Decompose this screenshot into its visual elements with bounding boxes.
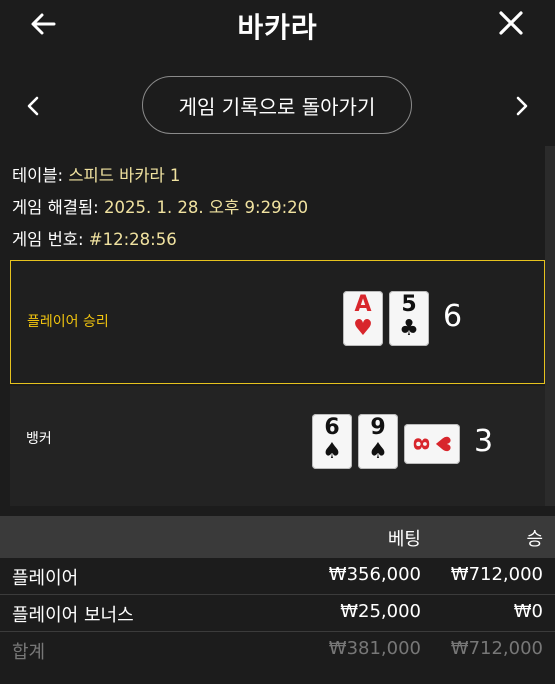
bet-name: 플레이어 <box>12 568 79 589</box>
banker-card-3-horizontal: 8 ♥ <box>404 424 460 464</box>
total-win: ₩712,000 <box>450 638 543 659</box>
banker-total: 3 <box>474 424 494 459</box>
close-icon <box>499 11 523 35</box>
card-suit-heart-icon: ♥ <box>353 316 373 341</box>
card-suit-spade-icon: ♠ <box>322 439 342 464</box>
table-label: 테이블: <box>12 166 64 185</box>
table-row: 플레이어 ₩356,000 ₩712,000 <box>0 558 555 595</box>
chevron-left-icon <box>27 96 39 116</box>
win-amount: ₩712,000 <box>450 564 543 585</box>
card-rank: 8 <box>409 437 433 451</box>
player-outcome: 플레이어 승리 <box>27 314 109 330</box>
game-number-label: 게임 번호: <box>12 230 84 249</box>
card-rank: A <box>354 292 372 317</box>
bet-amount: ₩25,000 <box>340 601 421 622</box>
table-row: 플레이어 보너스 ₩25,000 ₩0 <box>0 595 555 632</box>
table-info: 테이블: 스피드 바카라 1 <box>12 160 308 192</box>
card-suit-club-icon: ♣ <box>399 316 419 341</box>
game-number-info: 게임 번호: #12:28:56 <box>12 224 308 256</box>
back-to-history-button[interactable]: 게임 기록으로 돌아가기 <box>142 76 412 134</box>
game-info: 테이블: 스피드 바카라 1 게임 해결됨: 2025. 1. 28. 오후 9… <box>12 160 308 256</box>
player-card-1: A ♥ <box>343 291 383 346</box>
prev-game-button[interactable] <box>22 94 44 118</box>
column-win: 승 <box>526 529 543 550</box>
player-total: 6 <box>443 299 463 334</box>
banker-hand-panel: 뱅커 6 ♠ 9 ♠ 8 ♥ 3 <box>10 386 545 506</box>
card-suit-heart-icon: ♥ <box>431 435 455 453</box>
table-value: 스피드 바카라 1 <box>68 166 181 185</box>
header: 바카라 <box>0 0 555 48</box>
resolved-value: 2025. 1. 28. 오후 9:29:20 <box>103 198 309 217</box>
total-bet: ₩381,000 <box>328 638 421 659</box>
player-hand-panel: 플레이어 승리 A ♥ 5 ♣ 6 <box>10 260 545 384</box>
banker-card-1: 6 ♠ <box>312 414 352 469</box>
card-rank: 9 <box>370 415 386 440</box>
resolved-label: 게임 해결됨: <box>12 198 99 217</box>
player-card-2: 5 ♣ <box>389 291 429 346</box>
next-game-button[interactable] <box>511 94 533 118</box>
total-row: 합계 ₩381,000 ₩712,000 <box>0 632 555 668</box>
banker-card-2: 9 ♠ <box>358 414 398 469</box>
page-title: 바카라 <box>237 11 318 44</box>
rotated-card-face: 8 ♥ <box>409 435 455 453</box>
game-nav: 게임 기록으로 돌아가기 <box>0 72 555 140</box>
bet-amount: ₩356,000 <box>328 564 421 585</box>
card-suit-spade-icon: ♠ <box>368 439 388 464</box>
game-number-value: #12:28:56 <box>88 230 177 249</box>
bet-name: 플레이어 보너스 <box>12 605 134 626</box>
bets-table: 베팅 승 플레이어 ₩356,000 ₩712,000 플레이어 보너스 ₩25… <box>0 516 555 668</box>
table-header: 베팅 승 <box>0 516 555 558</box>
total-label: 합계 <box>12 642 46 663</box>
resolved-info: 게임 해결됨: 2025. 1. 28. 오후 9:29:20 <box>12 192 308 224</box>
column-bet: 베팅 <box>387 529 421 550</box>
scrollbar[interactable] <box>545 146 555 506</box>
card-rank: 5 <box>401 292 417 317</box>
close-button[interactable] <box>497 9 525 37</box>
chevron-right-icon <box>516 96 528 116</box>
win-amount: ₩0 <box>513 601 543 622</box>
banker-outcome: 뱅커 <box>26 431 52 447</box>
card-rank: 6 <box>324 415 340 440</box>
